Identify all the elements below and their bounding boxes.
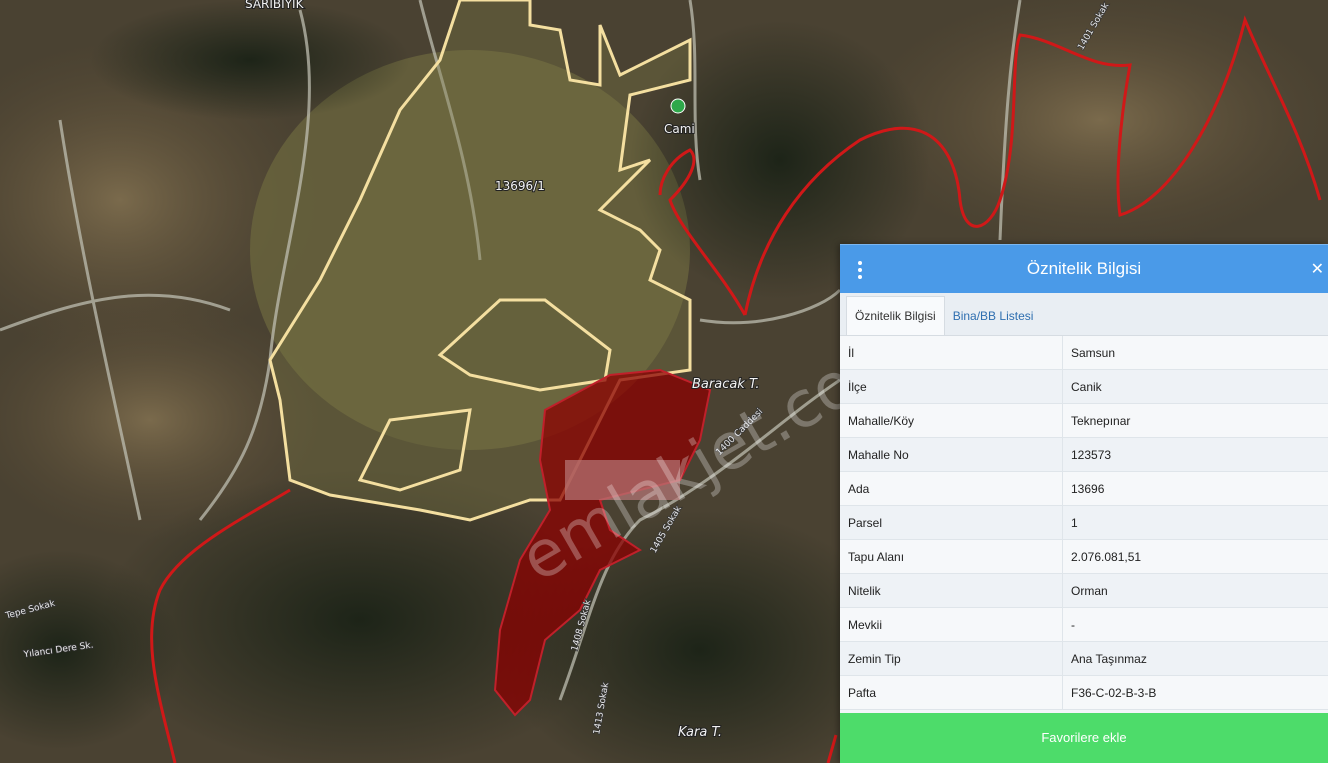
table-row: Zemin Tip Ana Taşınmaz bbox=[840, 641, 1328, 676]
attribute-value: Orman bbox=[1062, 573, 1328, 608]
panel-tabs: Öznitelik Bilgisi Bina/BB Listesi bbox=[840, 293, 1328, 336]
close-icon[interactable]: ✕ bbox=[1311, 259, 1324, 279]
table-row: Tapu Alanı 2.076.081,51 bbox=[840, 539, 1328, 574]
attribute-key: Ada bbox=[840, 471, 1063, 506]
add-to-favorites-button[interactable]: Favorilere ekle bbox=[840, 713, 1328, 763]
table-row: Pafta F36-C-02-B-3-B bbox=[840, 675, 1328, 710]
table-row: İlçe Canik bbox=[840, 369, 1328, 404]
parcel-id-label: 13696/1 bbox=[495, 179, 545, 193]
tab-attribute-info[interactable]: Öznitelik Bilgisi bbox=[846, 296, 945, 335]
attribute-value: 13696 bbox=[1062, 471, 1328, 506]
table-row: Mevkii - bbox=[840, 607, 1328, 642]
attribute-key: Parsel bbox=[840, 505, 1063, 540]
attribute-value: Ana Taşınmaz bbox=[1062, 641, 1328, 676]
attribute-value: 2.076.081,51 bbox=[1062, 539, 1328, 574]
table-row: Nitelik Orman bbox=[840, 573, 1328, 608]
place-label-saribiyik: SARIBIYIK bbox=[245, 0, 305, 11]
attribute-table: İl Samsun İlçe Canik Mahalle/Köy Teknepınar Ma… bbox=[840, 336, 1328, 710]
table-row: Mahalle No 123573 bbox=[840, 437, 1328, 472]
attribute-value: Teknepınar bbox=[1062, 403, 1328, 438]
attribute-info-panel: Öznitelik Bilgisi ✕ Öznitelik Bilgisi Bi… bbox=[840, 244, 1328, 763]
attribute-key: Mahalle No bbox=[840, 437, 1063, 472]
attribute-value: 123573 bbox=[1062, 437, 1328, 472]
table-row: İl Samsun bbox=[840, 336, 1328, 370]
attribute-key: Mevkii bbox=[840, 607, 1063, 642]
tab-building-list[interactable]: Bina/BB Listesi bbox=[945, 297, 1042, 335]
place-label-cami: Cami bbox=[664, 122, 695, 136]
attribute-key: Mahalle/Köy bbox=[840, 403, 1063, 438]
kebab-menu-icon[interactable] bbox=[858, 261, 864, 279]
attribute-value: Samsun bbox=[1062, 336, 1328, 370]
attribute-value: F36-C-02-B-3-B bbox=[1062, 675, 1328, 710]
place-label-kara: Kara T. bbox=[678, 725, 722, 740]
panel-header: Öznitelik Bilgisi ✕ bbox=[840, 244, 1328, 293]
attribute-key: Tapu Alanı bbox=[840, 539, 1063, 574]
attribute-value: 1 bbox=[1062, 505, 1328, 540]
attribute-key: Zemin Tip bbox=[840, 641, 1063, 676]
mosque-icon[interactable] bbox=[670, 98, 686, 114]
table-row: Parsel 1 bbox=[840, 505, 1328, 540]
attribute-key: İl bbox=[840, 336, 1063, 370]
attribute-key: Nitelik bbox=[840, 573, 1063, 608]
table-row: Ada 13696 bbox=[840, 471, 1328, 506]
attribute-value: Canik bbox=[1062, 369, 1328, 404]
attribute-key: İlçe bbox=[840, 369, 1063, 404]
panel-title: Öznitelik Bilgisi bbox=[1026, 259, 1142, 278]
place-label-baracak: Baracak T. bbox=[692, 377, 760, 392]
attribute-key: Pafta bbox=[840, 675, 1063, 710]
table-row: Mahalle/Köy Teknepınar bbox=[840, 403, 1328, 438]
attribute-value: - bbox=[1062, 607, 1328, 642]
